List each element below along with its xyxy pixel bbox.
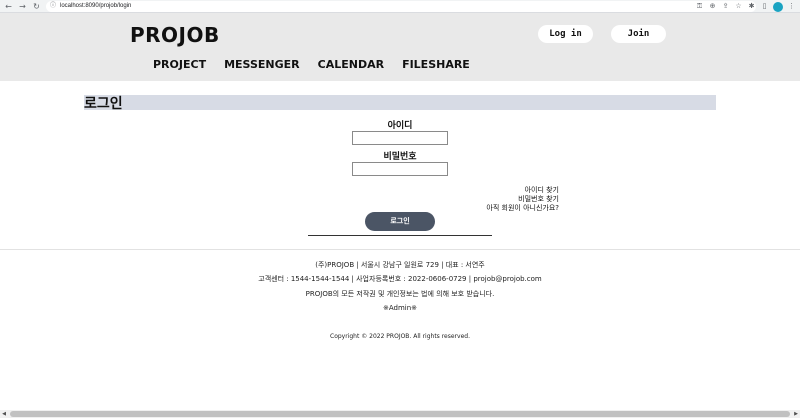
page-title-bar: 로그인 <box>84 95 716 112</box>
footer-copyright-notice: PROJOB의 모든 저작권 및 개인정보는 법에 의해 보호 받습니다. <box>305 290 495 298</box>
nav-item-calendar[interactable]: CALENDAR <box>318 58 384 71</box>
nav-item-project[interactable]: PROJECT <box>153 58 206 71</box>
footer-copyright: Copyright © 2022 PROJOB. All rights rese… <box>330 333 470 340</box>
password-input[interactable] <box>352 162 448 176</box>
login-submit-button[interactable]: 로그인 <box>365 212 435 231</box>
main-nav: PROJECT MESSENGER CALENDAR FILESHARE <box>153 58 470 71</box>
menu-icon[interactable]: ⋮ <box>787 1 796 12</box>
site-logo[interactable]: PROJOB <box>130 23 220 47</box>
sidepanel-icon[interactable]: ▯ <box>760 1 769 12</box>
scroll-right-icon[interactable]: ▶ <box>792 410 800 418</box>
share-icon[interactable]: ⇪ <box>721 1 730 12</box>
nav-item-messenger[interactable]: MESSENGER <box>224 58 300 71</box>
footer-admin-link[interactable]: ※Admin※ <box>0 304 800 312</box>
address-bar[interactable]: ⓘ localhost:8090/projob/login <box>46 1 756 12</box>
page-title: 로그인 <box>84 96 123 112</box>
star-icon[interactable]: ☆ <box>734 1 743 12</box>
header-join-button[interactable]: Join <box>611 25 666 43</box>
back-icon[interactable]: ← <box>3 1 14 12</box>
site-info-icon[interactable]: ⓘ <box>50 1 56 12</box>
key-icon[interactable]: ⚿ <box>695 1 704 12</box>
site-header: PROJOB Log in Join PROJECT MESSENGER CAL… <box>0 13 800 81</box>
browser-actions: ⚿ ⊕ ⇪ ☆ ✱ ▯ ⋮ <box>695 1 796 12</box>
scroll-thumb[interactable] <box>10 411 790 417</box>
password-label: 비밀번호 <box>383 152 417 162</box>
reload-icon[interactable]: ↻ <box>31 1 42 12</box>
forward-icon[interactable]: → <box>17 1 28 12</box>
nav-item-fileshare[interactable]: FILESHARE <box>402 58 470 71</box>
footer-divider <box>0 249 800 250</box>
zoom-icon[interactable]: ⊕ <box>708 1 717 12</box>
id-label: 아이디 <box>387 121 413 131</box>
extensions-icon[interactable]: ✱ <box>747 1 756 12</box>
header-login-button[interactable]: Log in <box>538 25 593 43</box>
id-input[interactable] <box>352 131 448 145</box>
form-divider <box>308 235 492 236</box>
signup-link[interactable]: 아직 회원이 아니신가요? <box>486 203 559 213</box>
profile-avatar-icon[interactable] <box>773 2 783 12</box>
scroll-left-icon[interactable]: ◀ <box>0 410 8 418</box>
horizontal-scrollbar[interactable]: ◀ ▶ <box>0 410 800 418</box>
footer-contact-info: 고객센터 : 1544-1544-1544 | 사업자등록번호 : 2022-0… <box>258 275 542 283</box>
footer-company-info: (주)PROJOB | 서울시 강남구 일원로 729 | 대표 : 서연주 <box>315 261 485 269</box>
address-text: localhost:8090/projob/login <box>60 3 132 9</box>
browser-toolbar: ← → ↻ ⓘ localhost:8090/projob/login ⚿ ⊕ … <box>0 0 800 13</box>
